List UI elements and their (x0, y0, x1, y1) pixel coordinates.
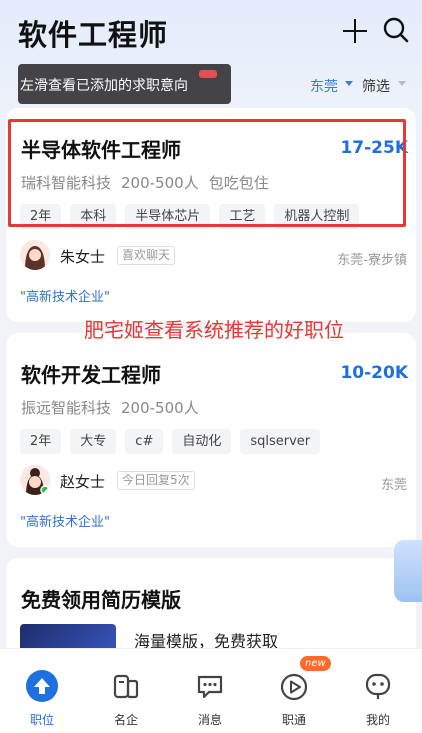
tooltip-badge (199, 70, 217, 78)
job-tag: 大专 (70, 429, 117, 454)
job-location: 东莞-寮步镇 (337, 253, 407, 268)
annotation-text: 肥宅姬查看系统推荐的好职位 (84, 318, 344, 342)
job-card[interactable]: 软件开发工程师 10-20K 振远智能科技 200-500人 2年 大专 c# 自… (6, 333, 416, 547)
tab-zhitong[interactable]: new 职通 (252, 649, 336, 733)
company-qualification: "高新技术企业" (20, 515, 110, 530)
floating-widget[interactable] (394, 540, 422, 602)
job-tag: 自动化 (172, 429, 232, 454)
highlight-box (8, 119, 406, 227)
promo-title: 免费领用简历模版 (21, 588, 181, 612)
tab-companies[interactable]: 名企 (84, 649, 168, 733)
intention-tooltip: 左滑查看已添加的求职意向 (18, 64, 231, 104)
job-salary: 10-20K (340, 363, 408, 383)
header: 软件工程师 左滑查看已添加的求职意向 东莞 筛选 (0, 0, 422, 108)
company-info: 振远智能科技 200-500人 (21, 397, 199, 418)
job-icon (26, 670, 58, 702)
recruiter-badge: 今日回复5次 (117, 471, 195, 490)
recruiter-badge: 喜欢聊天 (117, 246, 176, 265)
filter-button[interactable]: 筛选 (362, 76, 390, 96)
company-size: 200-500人 (121, 399, 199, 417)
tab-label: 职位 (29, 713, 54, 727)
recruiter-avatar (20, 240, 50, 270)
tab-label: 我的 (365, 713, 390, 727)
resume-template-card[interactable]: 免费领用简历模版 海量模版，免费获取 (6, 558, 416, 664)
recruiter-name: 赵女士 (60, 473, 106, 491)
bottom-tab-bar: 职位 名企 消息 new 职通 我的 (0, 648, 422, 733)
job-tag: 2年 (20, 429, 62, 454)
job-location: 东莞 (380, 478, 407, 493)
job-tags: 2年 大专 c# 自动化 sqlserver (20, 429, 321, 454)
tooltip-text: 左滑查看已添加的求职意向 (20, 78, 188, 94)
job-title: 软件开发工程师 (21, 363, 161, 387)
tab-profile[interactable]: 我的 (336, 649, 420, 733)
profile-icon (365, 673, 391, 699)
play-icon (280, 673, 308, 701)
filter-dropdown-icon[interactable] (398, 81, 406, 86)
recruiter-name: 朱女士 (60, 248, 106, 266)
add-icon[interactable] (342, 18, 368, 44)
job-tag: sqlserver (240, 429, 321, 454)
tab-label: 消息 (197, 713, 222, 727)
page-title: 软件工程师 (18, 18, 169, 52)
message-icon (197, 675, 223, 699)
city-dropdown-icon[interactable] (345, 81, 353, 86)
tab-jobs[interactable]: 职位 (0, 649, 84, 733)
company-name: 振远智能科技 (21, 399, 112, 417)
new-badge: new (300, 656, 331, 671)
tab-messages[interactable]: 消息 (168, 649, 252, 733)
tab-label: 职通 (281, 713, 306, 727)
job-tag: c# (125, 429, 164, 454)
tab-label: 名企 (113, 713, 138, 727)
recruiter-avatar (20, 465, 50, 495)
company-icon (113, 674, 139, 699)
company-qualification: "高新技术企业" (20, 290, 110, 305)
search-icon[interactable] (382, 16, 410, 44)
city-selector[interactable]: 东莞 (310, 76, 338, 96)
